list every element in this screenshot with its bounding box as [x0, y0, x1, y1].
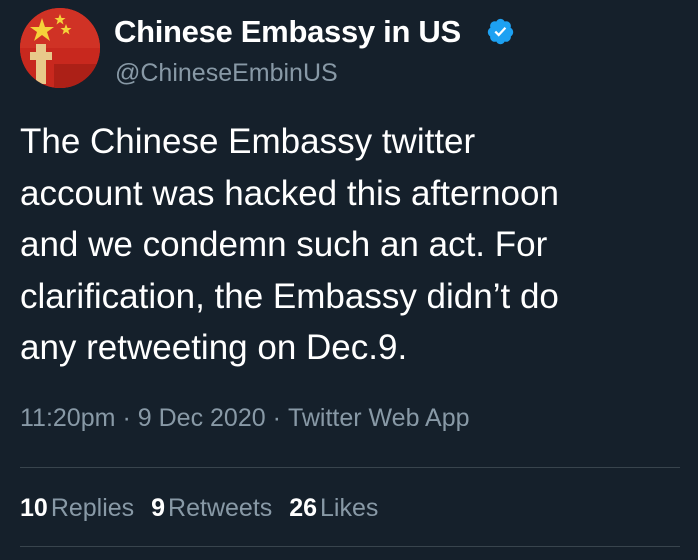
- tweet-meta: 11:20pm · 9 Dec 2020 · Twitter Web App: [20, 400, 470, 436]
- display-name[interactable]: Chinese Embassy in US: [114, 12, 461, 52]
- verified-badge-icon: [487, 18, 514, 45]
- tweet-text-line: and we condemn such an act. For: [20, 225, 548, 264]
- retweets-count: 9: [151, 494, 166, 522]
- likes-label: Likes: [320, 494, 379, 522]
- likes-count: 26: [289, 494, 318, 522]
- tweet-card: Chinese Embassy in US @ChineseEmbinUS Th…: [0, 0, 698, 560]
- avatar[interactable]: [20, 8, 100, 88]
- divider: [20, 546, 680, 547]
- tweet-text-line: any retweeting on Dec.9.: [20, 328, 408, 367]
- tweet-source[interactable]: Twitter Web App: [288, 404, 470, 432]
- tweet-text-line: clarification, the Embassy didn’t do: [20, 276, 559, 316]
- retweets-label: Retweets: [168, 494, 273, 522]
- tweet-date[interactable]: 9 Dec 2020: [138, 404, 266, 432]
- retweets-stat[interactable]: 9 Retweets: [151, 494, 272, 522]
- tweet-stats: 10 Replies 9 Retweets 26 Likes: [20, 490, 388, 526]
- likes-stat[interactable]: 26 Likes: [289, 494, 378, 522]
- replies-stat[interactable]: 10 Replies: [20, 494, 134, 522]
- meta-separator: ·: [122, 404, 131, 432]
- tweet-text: The Chinese Embassy twitter account was …: [20, 116, 680, 374]
- tweet-time[interactable]: 11:20pm: [20, 404, 115, 432]
- meta-separator: ·: [272, 404, 281, 432]
- chinese-flag-avatar-icon: [20, 8, 100, 88]
- tweet-text-line: account was hacked this afternoon: [20, 173, 559, 213]
- replies-count: 10: [20, 494, 48, 522]
- replies-label: Replies: [50, 494, 135, 522]
- account-handle[interactable]: @ChineseEmbinUS: [115, 56, 338, 90]
- divider: [20, 467, 680, 468]
- tweet-text-line: The Chinese Embassy twitter: [20, 122, 476, 161]
